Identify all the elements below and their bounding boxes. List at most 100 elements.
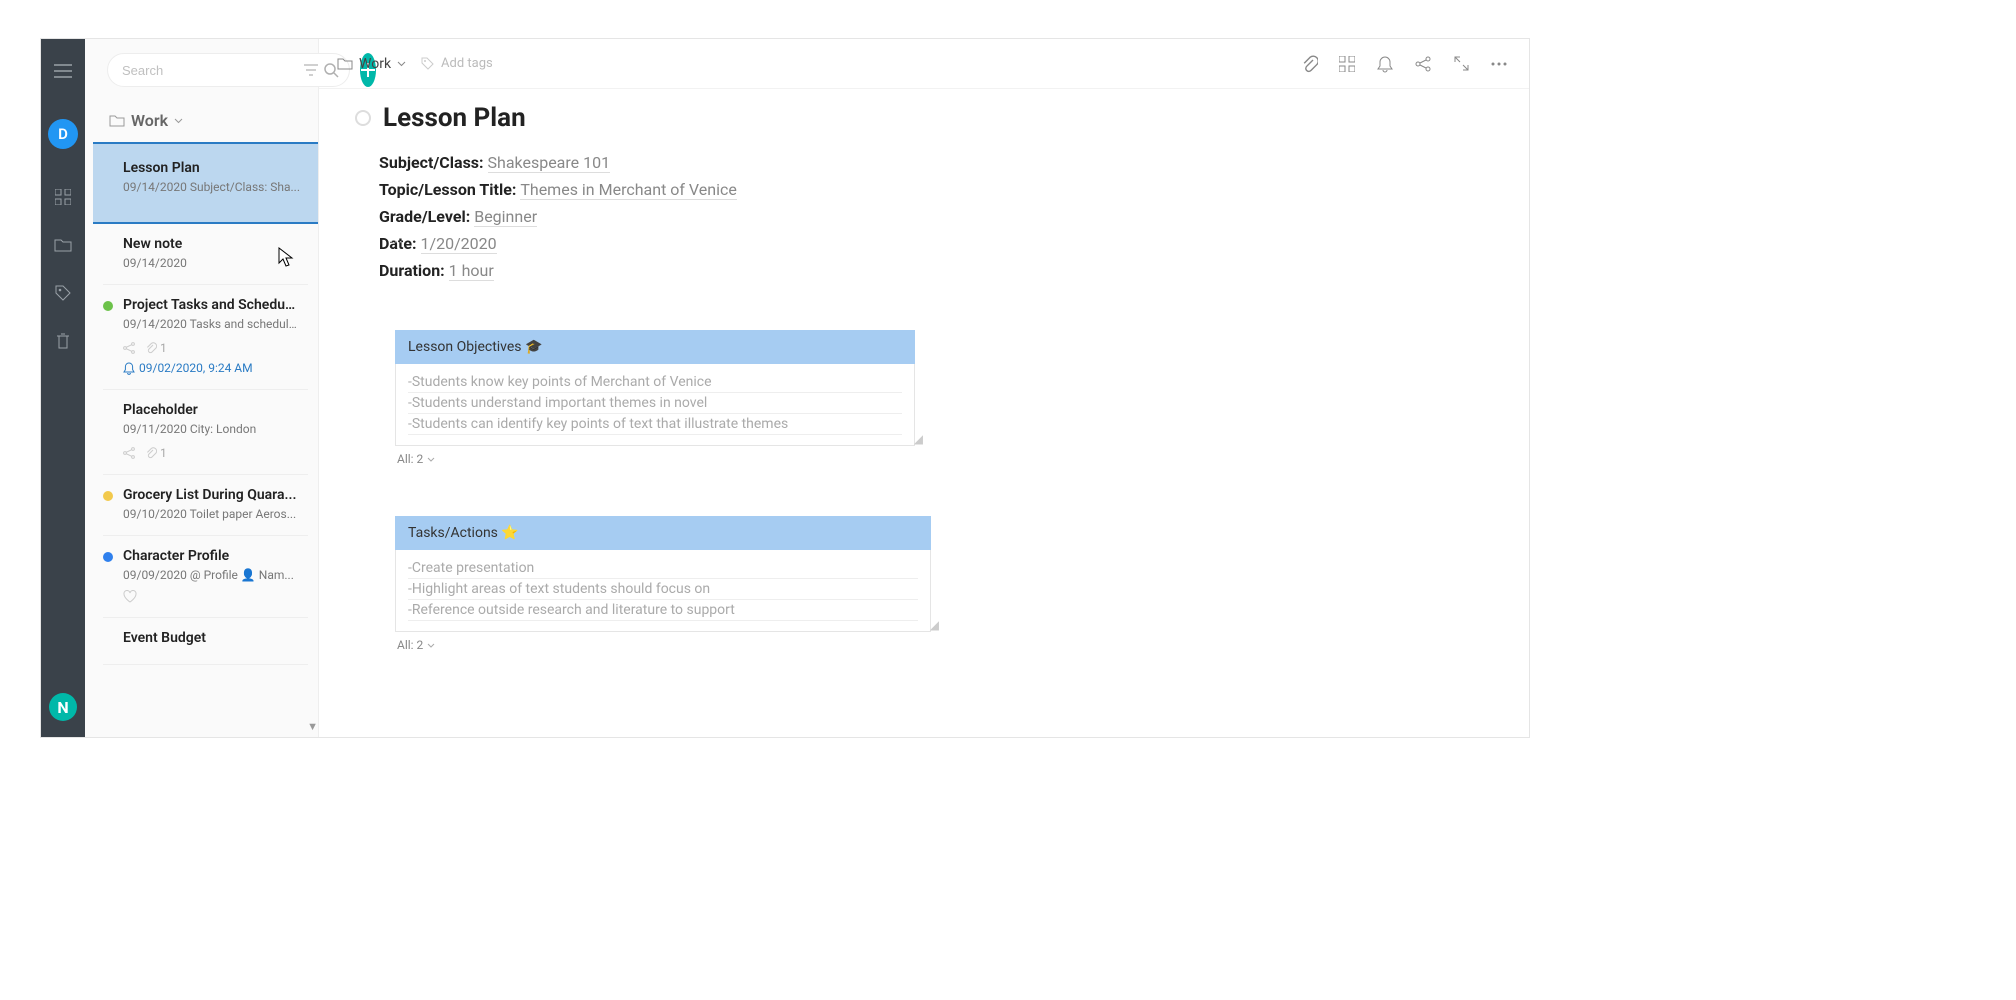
filter-icon[interactable] <box>304 64 318 76</box>
note-title: Grocery List During Quara... <box>123 487 298 503</box>
block-line[interactable]: -Students can identify key points of tex… <box>408 414 902 435</box>
folder-icon <box>109 114 125 127</box>
note-item[interactable]: Project Tasks and Schedules 09/14/2020 Ta… <box>103 285 308 390</box>
block-body: -Create presentation-Highlight areas of … <box>395 550 931 632</box>
field-label: Grade/Level: <box>379 207 474 226</box>
share-icon <box>123 342 135 354</box>
note-meta: 1 <box>123 446 298 460</box>
drag-handle-icon[interactable]: ⋯ <box>389 234 404 250</box>
block-line[interactable]: -Reference outside research and literatu… <box>408 600 918 621</box>
field-label: Topic/Lesson Title: <box>379 180 520 199</box>
content-block[interactable]: Lesson Objectives 🎓 -Students know key p… <box>395 330 915 466</box>
note-item[interactable]: Event Budget <box>103 618 308 665</box>
note-item[interactable]: Grocery List During Quara... 09/10/2020 T… <box>103 475 308 536</box>
field-value[interactable]: Shakespeare 101 <box>488 153 611 173</box>
block-footer[interactable]: All: 2 <box>395 446 915 466</box>
content-area: Work Add tags Lesson Plan Subject/Class:… <box>319 39 1529 737</box>
trash-icon[interactable] <box>51 329 75 353</box>
content-block[interactable]: Tasks/Actions ⭐ -Create presentation-Hig… <box>395 516 931 652</box>
sidebar-folder-name: Work <box>131 111 168 130</box>
note-title: Project Tasks and Schedules <box>123 297 298 313</box>
add-tags-button[interactable]: Add tags <box>420 56 493 71</box>
grid-view-icon[interactable] <box>1335 52 1359 76</box>
breadcrumb[interactable]: Work <box>337 56 406 72</box>
expand-icon[interactable] <box>1449 52 1473 76</box>
sidebar-folder-header[interactable]: Work <box>85 97 318 142</box>
app-logo[interactable]: N <box>49 693 77 721</box>
reminder-text: 09/02/2020, 9:24 AM <box>139 361 253 375</box>
folder-icon[interactable] <box>51 233 75 257</box>
color-dot-icon <box>103 301 113 311</box>
field-row[interactable]: Topic/Lesson Title: Themes in Merchant o… <box>379 180 1493 199</box>
field-row[interactable]: ⋯Date: 1/20/2020 <box>379 234 1493 253</box>
note-item[interactable]: New note09/14/2020 <box>103 224 308 285</box>
block-line[interactable]: -Students understand important themes in… <box>408 393 902 414</box>
block-line[interactable]: -Highlight areas of text students should… <box>408 579 918 600</box>
share-icon[interactable] <box>1411 52 1435 76</box>
field-row[interactable]: Grade/Level: Beginner <box>379 207 1493 226</box>
sidebar: Work ▲ Lesson Plan09/14/2020 Subject/Cla… <box>85 39 319 737</box>
favorite-icon[interactable] <box>123 590 298 603</box>
block-line[interactable]: -Students know key points of Merchant of… <box>408 372 902 393</box>
note-snippet: 09/14/2020 Tasks and schedul... <box>123 317 298 331</box>
avatar[interactable]: D <box>48 119 78 149</box>
note-title: Placeholder <box>123 402 298 418</box>
note-snippet: 09/09/2020 @ Profile 👤 Nam... <box>123 568 298 582</box>
field-value[interactable]: Themes in Merchant of Venice <box>520 180 737 200</box>
block-header[interactable]: Tasks/Actions ⭐ <box>395 516 931 550</box>
chevron-down-icon <box>427 643 435 648</box>
topbar: Work Add tags <box>319 39 1529 89</box>
field-value[interactable]: Beginner <box>474 207 537 227</box>
note-meta: 1 <box>123 341 298 355</box>
breadcrumb-label: Work <box>359 56 391 72</box>
field-value[interactable]: 1 hour <box>449 261 494 281</box>
editor[interactable]: Lesson Plan Subject/Class: Shakespeare 1… <box>319 89 1529 737</box>
tag-icon[interactable] <box>51 281 75 305</box>
block-line[interactable]: -Create presentation <box>408 558 918 579</box>
block-header[interactable]: Lesson Objectives 🎓 <box>395 330 915 364</box>
doc-title[interactable]: Lesson Plan <box>383 103 526 133</box>
attachment-icon <box>145 447 157 460</box>
add-tags-label: Add tags <box>441 56 493 71</box>
note-title: Lesson Plan <box>123 160 300 176</box>
attach-count: 1 <box>160 446 167 460</box>
note-snippet: 09/10/2020 Toilet paper Aeros... <box>123 507 298 521</box>
field-row[interactable]: Subject/Class: Shakespeare 101 <box>379 153 1493 172</box>
nav-rail: D N <box>41 39 85 737</box>
doc-title-row: Lesson Plan <box>355 103 1493 133</box>
note-list: Lesson Plan 09/14/2020 Subject/Class: Sha… <box>85 142 318 737</box>
reminder-icon[interactable] <box>1373 52 1397 76</box>
chevron-down-icon <box>397 61 406 67</box>
block-footer[interactable]: All: 2 <box>395 632 931 652</box>
note-title: Character Profile <box>123 548 298 564</box>
note-item[interactable]: Lesson Plan 09/14/2020 Subject/Class: Sha… <box>93 142 318 224</box>
attach-count: 1 <box>160 341 167 355</box>
field-row[interactable]: Duration: 1 hour <box>379 261 1493 280</box>
dashboard-icon[interactable] <box>51 185 75 209</box>
note-title: New note <box>123 236 298 252</box>
block-body: -Students know key points of Merchant of… <box>395 364 915 446</box>
scroll-down-icon[interactable]: ▼ <box>307 720 318 733</box>
resize-handle-icon[interactable]: ◢ <box>930 618 939 632</box>
field-label: Subject/Class: <box>379 153 488 172</box>
folder-icon <box>337 57 353 70</box>
status-circle-icon[interactable] <box>355 110 371 126</box>
resize-handle-icon[interactable]: ◢ <box>914 432 923 446</box>
field-value[interactable]: 1/20/2020 <box>421 234 497 254</box>
note-snippet: 09/11/2020 City: London <box>123 422 298 436</box>
bell-icon <box>123 362 135 375</box>
hamburger-icon[interactable] <box>51 59 75 83</box>
note-snippet: 09/14/2020 Subject/Class: Sha... <box>123 180 300 194</box>
app-window: D N Work <box>40 38 1530 738</box>
note-reminder: 09/02/2020, 9:24 AM <box>123 361 298 375</box>
search-input[interactable] <box>122 63 298 78</box>
tag-icon <box>420 56 435 71</box>
note-item[interactable]: Character Profile 09/09/2020 @ Profile 👤 … <box>103 536 308 618</box>
search-box[interactable] <box>107 53 350 87</box>
note-title: Event Budget <box>123 630 298 646</box>
more-icon[interactable] <box>1487 52 1511 76</box>
chevron-down-icon <box>427 457 435 462</box>
note-item[interactable]: Placeholder 09/11/2020 City: London 1 <box>103 390 308 475</box>
share-icon <box>123 447 135 459</box>
attachment-icon[interactable] <box>1297 52 1321 76</box>
